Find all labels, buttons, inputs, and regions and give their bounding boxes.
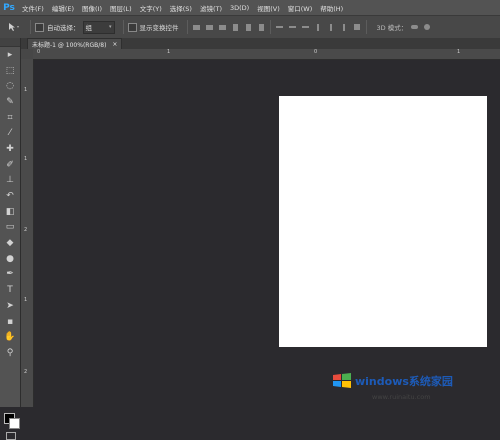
distribute-bottom-icon[interactable] [301,23,310,32]
menu-layer[interactable]: 图层(L) [106,3,136,13]
ruler-tick-label: 0 [314,49,318,55]
chevron-down-icon: ▾ [108,24,112,30]
align-hcenter-icon[interactable] [244,23,253,32]
watermark-brand: windows系统家园 [355,375,453,388]
hand-icon[interactable]: ✋ [0,329,20,345]
show-transform-checkbox[interactable] [127,22,137,32]
distribute-left-icon[interactable] [314,23,323,32]
ruler-tick-label: 2 [24,369,28,375]
divider [365,20,367,34]
divider [30,20,31,34]
menu-select[interactable]: 选择(S) [166,3,196,13]
ruler-tick-label: 1 [167,49,171,55]
move-icon[interactable]: ▸ [0,47,20,63]
document-tab-title: 未标题-1 @ 100%(RGB/8) [32,42,107,49]
background-color-swatch[interactable] [9,418,20,429]
shape-icon[interactable]: ▪ [0,314,20,330]
ruler-tick-label: 1 [24,297,28,303]
ruler-tick-label: 1 [24,156,28,162]
menu-window[interactable]: 窗口(W) [284,3,317,13]
align-bottom-icon[interactable] [218,23,227,32]
horizontal-ruler[interactable]: 0 1 0 1 [33,49,500,60]
auto-select-checkbox[interactable] [35,22,44,32]
align-left-icon[interactable] [231,23,240,32]
marquee-icon[interactable]: ⬚ [0,63,20,79]
menu-3d[interactable]: 3D(D) [226,4,253,12]
options-bar: 自动选择： 组 ▾ 显示变换控件 3D 模式： [0,15,500,39]
menu-image[interactable]: 图像(I) [78,3,106,13]
divider [269,20,271,34]
auto-align-icon[interactable] [353,23,362,32]
align-vcenter-icon[interactable] [205,23,214,32]
ruler-tick-label: 2 [24,227,28,233]
auto-select-label: 自动选择： [47,24,80,32]
watermark-url: www.ruinaitu.com [372,393,431,401]
blur-icon[interactable]: ◆ [0,235,20,251]
watermark: windows系统家园 [332,372,453,390]
history-brush-icon[interactable]: ↶ [0,188,20,204]
auto-select-dropdown[interactable]: 组 ▾ [82,20,115,34]
menu-help[interactable]: 帮助(H) [316,3,347,13]
pen-icon[interactable]: ✒ [0,267,20,283]
crop-icon[interactable]: ⌗ [0,110,20,126]
align-top-icon[interactable] [192,23,201,32]
mode-3d-label: 3D 模式： [376,24,408,32]
eraser-icon[interactable]: ◧ [0,204,20,220]
move-icon [9,23,19,31]
show-transform-label: 显示变换控件 [139,24,179,32]
menu-type[interactable]: 文字(Y) [136,3,166,13]
orbit-3d-icon[interactable] [410,23,419,32]
document-tab-bar: 未标题-1 @ 100%(RGB/8) × [21,38,500,50]
auto-select-value: 组 [85,24,93,32]
divider [122,20,124,34]
photoshop-logo: Ps [3,2,15,13]
lasso-icon[interactable]: ◌ [0,78,20,94]
tools-panel-header[interactable] [0,38,20,47]
windows-logo-icon [333,373,351,388]
distribute-buttons [275,23,362,32]
ruler-tick-label: 1 [457,49,461,55]
gradient-icon[interactable]: ▭ [0,220,20,236]
roll-3d-icon[interactable] [422,23,431,32]
menu-view[interactable]: 视图(V) [253,3,284,13]
quick-select-icon[interactable]: ✎ [0,94,20,110]
menu-bar: Ps 文件(F) 编辑(E) 图像(I) 图层(L) 文字(Y) 选择(S) 滤… [0,0,500,15]
distribute-right-icon[interactable] [340,23,349,32]
align-right-icon[interactable] [257,23,266,32]
vertical-ruler[interactable]: 1 1 2 1 2 [21,59,34,407]
type-icon[interactable]: T [0,282,20,298]
ruler-tick-label: 1 [24,87,28,93]
document-canvas[interactable] [279,96,487,347]
zoom-icon[interactable]: ⚲ [0,345,20,361]
menu-file[interactable]: 文件(F) [18,3,48,13]
menu-filter[interactable]: 滤镜(T) [196,3,226,13]
brush-icon[interactable]: ✐ [0,157,20,173]
eyedropper-icon[interactable]: ⁄ [0,125,20,141]
ruler-tick-label: 0 [37,49,41,55]
dodge-icon[interactable]: ● [0,251,20,267]
clone-stamp-icon[interactable]: ⊥ [0,173,20,189]
divider [186,20,188,34]
quick-mask-icon[interactable] [6,432,16,440]
distribute-top-icon[interactable] [275,23,284,32]
tools-panel: ▸ ⬚ ◌ ✎ ⌗ ⁄ ✚ ✐ ⊥ ↶ ◧ ▭ ◆ ● ✒ T ➤ ▪ ✋ ⚲ [0,38,21,440]
distribute-hcenter-icon[interactable] [327,23,336,32]
align-buttons [192,23,266,32]
menu-edit[interactable]: 编辑(E) [48,3,78,13]
close-icon[interactable]: × [112,41,117,48]
distribute-vcenter-icon[interactable] [288,23,297,32]
healing-icon[interactable]: ✚ [0,141,20,157]
tool-preset-picker[interactable] [0,22,26,32]
path-select-icon[interactable]: ➤ [0,298,20,314]
